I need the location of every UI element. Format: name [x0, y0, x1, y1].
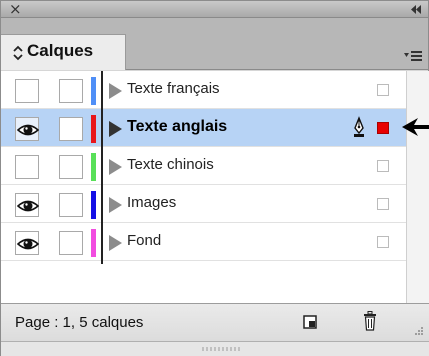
tab-row: Calques [1, 18, 428, 70]
up-down-arrows-icon [13, 45, 23, 61]
panel-footer: Page : 1, 5 calques [1, 303, 429, 341]
layer-row[interactable]: Texte chinois [1, 147, 406, 185]
visibility-toggle[interactable] [15, 193, 39, 217]
lock-toggle[interactable] [59, 231, 83, 255]
selection-square[interactable] [377, 236, 389, 248]
tab-calques[interactable]: Calques [1, 34, 126, 70]
layer-color-swatch [91, 115, 96, 143]
expand-triangle-icon[interactable] [109, 159, 122, 175]
arrow-pointer-icon [402, 118, 429, 136]
resize-grip-icon[interactable] [410, 324, 424, 338]
selection-square[interactable] [377, 84, 389, 96]
visibility-toggle[interactable] [15, 79, 39, 103]
layers-panel: × Calques Texte français Texte anglais Tex… [0, 0, 429, 356]
expand-triangle-icon[interactable] [109, 121, 122, 137]
selection-square[interactable] [377, 122, 389, 134]
vertical-scrollbar[interactable] [406, 71, 429, 303]
layer-name: Texte français [127, 80, 220, 97]
expand-triangle-icon[interactable] [109, 83, 122, 99]
layer-name: Texte chinois [127, 156, 214, 173]
lock-toggle[interactable] [59, 79, 83, 103]
expand-triangle-icon[interactable] [109, 197, 122, 213]
selection-square[interactable] [377, 198, 389, 210]
panel-menu-icon[interactable] [404, 50, 422, 62]
new-layer-icon[interactable] [303, 315, 317, 329]
lock-toggle[interactable] [59, 155, 83, 179]
resize-handle-icon[interactable] [201, 346, 241, 352]
layer-color-swatch [91, 153, 96, 181]
layer-row[interactable]: Images [1, 185, 406, 223]
trash-icon[interactable] [363, 311, 377, 331]
layer-row[interactable]: Fond [1, 223, 406, 261]
visibility-toggle[interactable] [15, 117, 39, 141]
status-text: Page : 1, 5 calques [15, 314, 144, 331]
layer-row[interactable]: Texte anglais [1, 109, 406, 147]
layer-color-swatch [91, 191, 96, 219]
layer-row[interactable]: Texte français [1, 71, 406, 109]
close-icon[interactable]: × [9, 1, 22, 18]
eye-icon [17, 200, 39, 212]
eye-icon [17, 238, 39, 250]
eye-icon [17, 124, 39, 136]
layer-color-swatch [91, 77, 96, 105]
lock-toggle[interactable] [59, 117, 83, 141]
visibility-toggle[interactable] [15, 155, 39, 179]
expand-triangle-icon[interactable] [109, 235, 122, 251]
layer-name: Texte anglais [127, 118, 228, 135]
panel-resize-bar[interactable] [1, 341, 429, 356]
pen-icon [354, 116, 364, 137]
selection-square[interactable] [377, 160, 389, 172]
layer-list: Texte français Texte anglais Texte chinois… [1, 71, 406, 303]
double-chevron-left-icon[interactable] [410, 4, 422, 15]
tab-label: Calques [27, 41, 94, 60]
column-divider [101, 71, 103, 264]
layer-name: Fond [127, 232, 162, 249]
visibility-toggle[interactable] [15, 231, 39, 255]
layer-color-swatch [91, 229, 96, 257]
layer-name: Images [127, 194, 177, 211]
lock-toggle[interactable] [59, 193, 83, 217]
panel-titlebar: × [1, 1, 428, 18]
